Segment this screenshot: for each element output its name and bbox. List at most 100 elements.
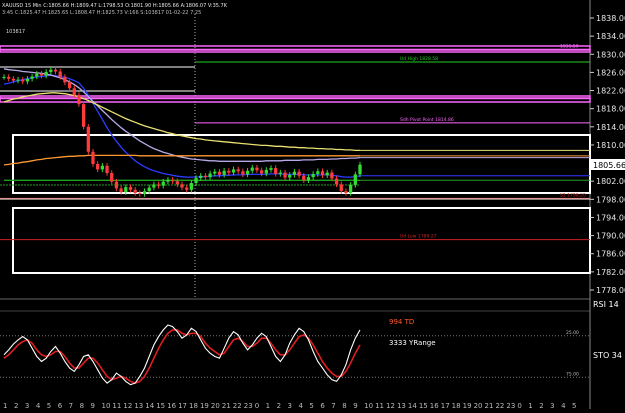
candle-body <box>35 73 39 77</box>
header-session-line: 3:45 C:1825.47 H:1825.65 L:1808.47 H:182… <box>2 10 201 16</box>
time-tick-label: 1 <box>266 402 270 409</box>
time-tick-label: 21 <box>222 402 231 409</box>
candle-body <box>180 184 184 188</box>
time-tick-label: 12 <box>123 402 132 409</box>
candle-body <box>152 184 156 188</box>
candle-body <box>203 175 208 178</box>
candle-body <box>44 71 48 76</box>
price-tick-label: 1802.00 <box>596 177 625 186</box>
time-tick-label: 11 <box>375 402 384 409</box>
candle-body <box>25 78 30 82</box>
candle-body <box>170 179 175 182</box>
candle-body <box>283 172 287 178</box>
level-label-ud-high: Ud High 1828.58 <box>400 56 438 62</box>
candle-body <box>348 184 353 193</box>
price-tick-label: 1790.00 <box>596 232 625 241</box>
candle-body <box>11 78 16 81</box>
price-tick-label: 1810.00 <box>596 141 625 150</box>
time-tick-label: 6 <box>320 402 325 409</box>
candle-body <box>264 169 268 174</box>
header-tag: 103817 <box>6 29 25 35</box>
price-tick-label: 1818.00 <box>596 105 625 114</box>
time-tick-label: 23 <box>244 402 253 409</box>
candle-body <box>119 188 123 193</box>
time-tick-label: 19 <box>463 402 472 409</box>
time-tick-label: 0 <box>255 402 259 409</box>
time-tick-label: 0 <box>517 402 521 409</box>
time-tick-label: 22 <box>233 402 242 409</box>
time-tick-label: 6 <box>58 402 63 409</box>
time-tick-label: 1 <box>528 402 532 409</box>
candle-body <box>288 174 292 178</box>
candle-body <box>53 69 58 72</box>
time-tick-label: 5 <box>309 402 313 409</box>
time-tick-label: 3 <box>550 402 554 409</box>
candle-body <box>245 170 250 175</box>
time-tick-label: 9 <box>91 402 95 409</box>
price-tick-label: 1798.00 <box>596 195 625 204</box>
candle-body <box>250 167 254 171</box>
chart-canvas[interactable]: XAUUSD 15 Min C:1805.66 H:1809.47 L:1798… <box>0 0 625 410</box>
candle-body <box>77 95 81 105</box>
time-tick-label: 2 <box>539 402 543 409</box>
time-tick-label: 4 <box>36 402 41 409</box>
candle-body <box>49 69 53 72</box>
td-label: 994 TD <box>389 318 414 326</box>
candle-body <box>311 173 315 178</box>
candle-body <box>105 165 109 174</box>
level-label-s1: S1 1798.20 <box>560 192 586 198</box>
candle-body <box>124 187 128 193</box>
candle-body <box>161 181 165 186</box>
time-tick-label: 23 <box>506 402 515 409</box>
candle-body <box>133 189 137 193</box>
time-tick-label: 2 <box>277 402 281 409</box>
price-tick-label: 1822.00 <box>596 87 625 96</box>
candle-body <box>138 192 142 194</box>
trading-chart[interactable]: XAUUSD 15 Min C:1805.66 H:1809.47 L:1798… <box>0 0 625 410</box>
candle-body <box>269 168 273 170</box>
price-tick-label: 1830.00 <box>596 50 625 59</box>
time-tick-label: 5 <box>572 402 576 409</box>
candle-body <box>316 171 320 174</box>
time-tick-label: 4 <box>561 402 566 409</box>
time-tick-label: 17 <box>441 402 450 409</box>
candle-body <box>142 191 147 194</box>
candle-body <box>7 76 11 79</box>
candle-body <box>259 170 264 174</box>
candle-body <box>189 183 194 190</box>
candle-body <box>236 169 240 172</box>
price-tick-label: 1786.00 <box>596 250 625 259</box>
current-price-label: 1805.66 <box>593 161 625 170</box>
candle-body <box>21 79 25 82</box>
time-tick-label: 20 <box>211 402 220 409</box>
candle-body <box>217 171 222 175</box>
price-tick-label: 1826.00 <box>596 68 625 77</box>
price-tick-label: 1794.00 <box>596 213 625 222</box>
candle-body <box>222 170 226 175</box>
time-tick-label: 9 <box>353 402 357 409</box>
price-tick-label: 1814.00 <box>596 123 625 132</box>
time-tick-label: 16 <box>167 402 176 409</box>
candle-body <box>156 184 161 186</box>
candle-body <box>63 76 67 83</box>
yrange-label: 3333 YRange <box>389 339 436 347</box>
candle-body <box>353 174 357 185</box>
rsi-label: RSI 14 <box>593 300 619 309</box>
sto-label: STO 34 <box>593 351 622 360</box>
candle-body <box>199 175 203 179</box>
time-tick-label: 8 <box>342 402 346 409</box>
price-tick-label: 1782.00 <box>596 268 625 277</box>
candle-body <box>302 175 306 181</box>
time-tick-label: 10 <box>364 402 373 409</box>
candle-body <box>30 76 34 79</box>
candle-body <box>325 172 329 176</box>
candle-body <box>208 173 212 178</box>
time-tick-label: 12 <box>386 402 395 409</box>
time-tick-label: 18 <box>452 402 461 409</box>
time-tick-label: 16 <box>430 402 439 409</box>
price-tick-label: 1778.00 <box>596 286 625 295</box>
candle-body <box>86 126 90 152</box>
candle-body <box>297 171 301 176</box>
candle-body <box>147 187 151 192</box>
candle-body <box>320 171 325 176</box>
